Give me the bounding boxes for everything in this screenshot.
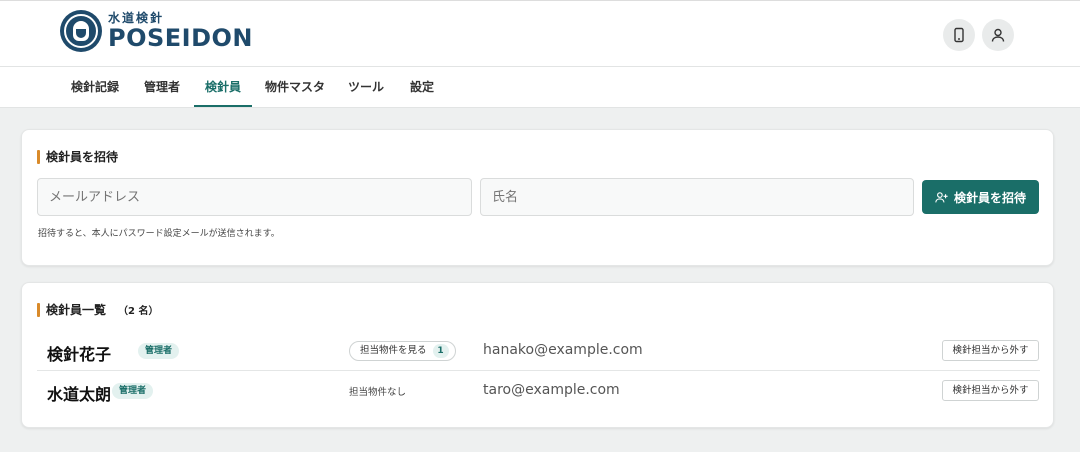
member-name: 水道太朗: [47, 385, 112, 404]
member-email: hanako@example.com: [483, 342, 643, 358]
mobile-view-button[interactable]: [943, 19, 975, 51]
smartphone-icon: [954, 27, 964, 43]
poseidon-emblem-icon: [60, 10, 102, 52]
role-badge: 管理者: [138, 343, 180, 359]
user-icon: [991, 28, 1005, 42]
table-row: 検針花子 管理者 担当物件を見る 1 hanako@example.com 検針…: [37, 331, 1040, 371]
name-input[interactable]: [480, 178, 914, 216]
brand-name: POSEIDON: [108, 24, 254, 52]
view-properties-label: 担当物件を見る: [360, 345, 427, 356]
members-count: （2 名）: [118, 306, 159, 317]
view-properties-button[interactable]: 担当物件を見る 1: [349, 341, 456, 361]
app-header: 水道検針 POSEIDON: [0, 0, 1080, 67]
brand-subtitle: 水道検針: [108, 11, 165, 25]
tab-settings[interactable]: 設定: [396, 67, 448, 107]
members-title-text: 検針員一覧: [46, 303, 107, 317]
members-section-title: 検針員一覧 （2 名）: [37, 303, 158, 319]
role-badge: 管理者: [112, 383, 154, 399]
user-plus-icon: [935, 191, 948, 202]
members-card: 検針員一覧 （2 名） 検針花子 管理者 担当物件を見る 1 hanako@exa…: [21, 282, 1054, 428]
email-input[interactable]: [37, 178, 472, 216]
properties-count-badge: 1: [432, 344, 449, 358]
main-nav: 検針記録 管理者 検針員 物件マスタ ツール 設定: [0, 67, 1080, 108]
brand-logo[interactable]: 水道検針 POSEIDON: [60, 10, 253, 52]
user-menu-button[interactable]: [982, 19, 1014, 51]
tab-admins[interactable]: 管理者: [133, 67, 191, 107]
invite-button-label: 検針員を招待: [953, 190, 1026, 205]
member-email: taro@example.com: [483, 382, 620, 398]
member-name: 検針花子: [47, 345, 112, 364]
invite-section-title: 検針員を招待: [37, 150, 118, 164]
tab-meter-readers[interactable]: 検針員: [194, 67, 252, 107]
table-row: 水道太朗 管理者 担当物件なし taro@example.com 検針担当から外…: [37, 371, 1040, 411]
invite-hint: 招待すると、本人にパスワード設定メールが送信されます。: [38, 229, 280, 239]
tab-tools[interactable]: ツール: [337, 67, 395, 107]
invite-button[interactable]: 検針員を招待: [922, 180, 1039, 214]
tab-meter-records[interactable]: 検針記録: [60, 67, 130, 107]
remove-reader-button[interactable]: 検針担当から外す: [942, 380, 1039, 401]
no-properties-text: 担当物件なし: [349, 387, 407, 398]
remove-reader-button[interactable]: 検針担当から外す: [942, 340, 1039, 361]
invite-card: 検針員を招待 検針員を招待 招待すると、本人にパスワード設定メールが送信されます…: [21, 129, 1054, 266]
tab-property-master[interactable]: 物件マスタ: [255, 67, 335, 107]
